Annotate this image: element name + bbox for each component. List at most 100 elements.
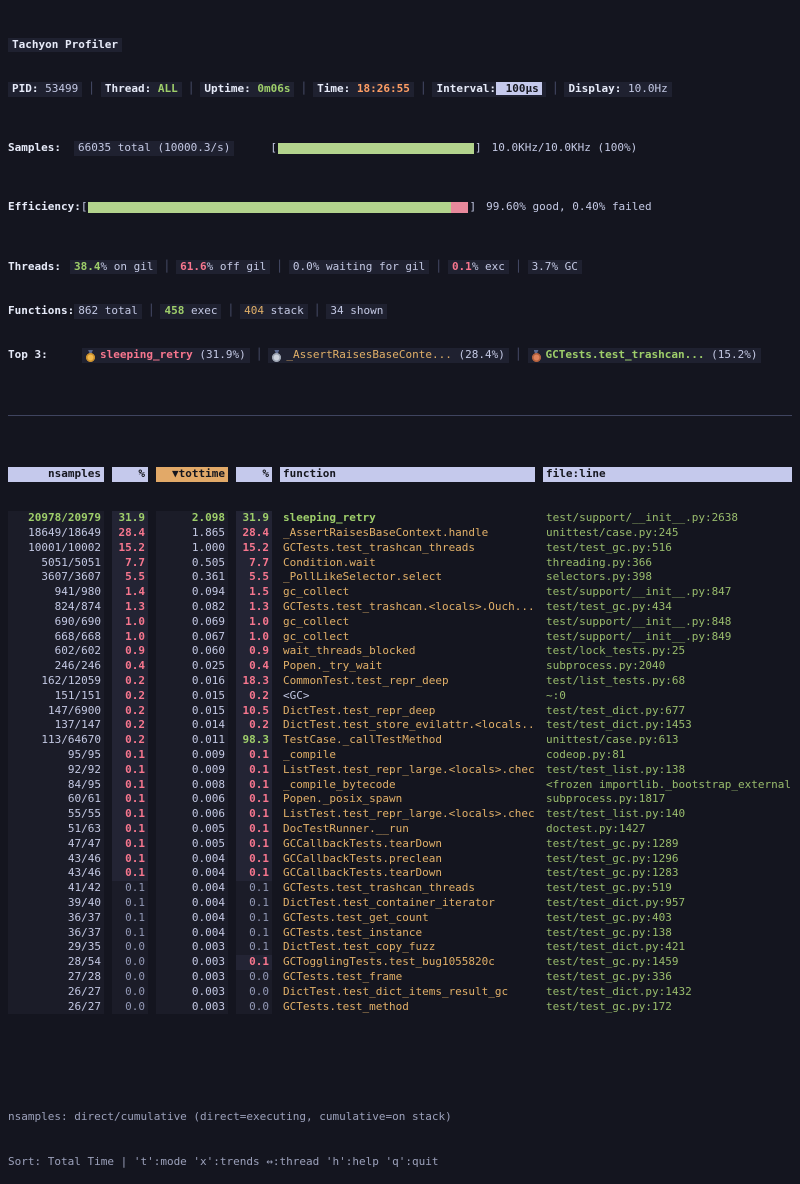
top3-percentage: (15.2%) (704, 348, 757, 363)
table-row[interactable]: 602/6020.90.0600.9wait_threads_blockedte… (8, 644, 792, 659)
top3-function-name: _AssertRaisesBaseConte... (286, 348, 452, 363)
function-cell: DocTestRunner.__run (280, 822, 535, 837)
status-stat: Thread: ALL (101, 82, 182, 97)
cumulative-pct-cell: 0.1 (236, 778, 272, 793)
function-cell: ListTest.test_repr_large.<locals>.check (280, 807, 535, 822)
file-line-cell: test/test_list.py:138 (543, 763, 792, 778)
column-header-tottime[interactable]: ▼tottime (156, 467, 228, 482)
stat-number: 404 (244, 304, 264, 317)
separator-icon: │ (509, 348, 528, 363)
table-row[interactable]: 27/280.00.0030.0GCTests.test_frametest/t… (8, 970, 792, 985)
table-row[interactable]: 824/8741.30.0821.3GCTests.test_trashcan.… (8, 600, 792, 615)
stat-unit: % waiting for gil (313, 260, 426, 273)
column-header-fileline[interactable]: file:line (543, 467, 792, 482)
function-cell: gc_collect (280, 630, 535, 645)
status-stat-value: 100µs (496, 82, 542, 95)
table-row[interactable]: 10001/1000215.21.00015.2GCTests.test_tra… (8, 541, 792, 556)
header-table-divider (8, 415, 792, 416)
cumulative-pct-cell: 0.1 (236, 852, 272, 867)
table-row[interactable]: 113/646700.20.01198.3TestCase._callTestM… (8, 733, 792, 748)
tottime-cell: 0.004 (156, 852, 228, 867)
table-row[interactable]: 55/550.10.0060.1ListTest.test_repr_large… (8, 807, 792, 822)
table-row[interactable]: 28/540.00.0030.1GCTogglingTests.test_bug… (8, 955, 792, 970)
file-line-cell: test/test_gc.py:1289 (543, 837, 792, 852)
table-row[interactable]: 137/1470.20.0140.2DictTest.test_store_ev… (8, 718, 792, 733)
efficiency-label: Efficiency: (8, 200, 81, 215)
nsamples-cell: 147/6900 (8, 704, 104, 719)
cumulative-pct-cell: 1.0 (236, 630, 272, 645)
column-header-[interactable]: % (112, 467, 148, 482)
table-row[interactable]: 95/950.10.0090.1_compilecodeop.py:81 (8, 748, 792, 763)
status-stat-value: 10.0Hz (621, 82, 667, 95)
separator-icon: │ (414, 82, 433, 97)
table-row[interactable]: 84/950.10.0080.1_compile_bytecode<frozen… (8, 778, 792, 793)
table-row[interactable]: 26/270.00.0030.0DictTest.test_dict_items… (8, 985, 792, 1000)
table-row[interactable]: 43/460.10.0040.1GCCallbackTests.tearDown… (8, 866, 792, 881)
tottime-cell: 0.006 (156, 792, 228, 807)
stat-chunk: 0.1% exc (448, 260, 509, 275)
cumulative-pct-cell: 15.2 (236, 541, 272, 556)
table-row[interactable]: 51/630.10.0050.1DocTestRunner.__rundocte… (8, 822, 792, 837)
cumulative-pct-cell: 0.1 (236, 866, 272, 881)
app-title: Tachyon Profiler (8, 38, 122, 53)
table-row[interactable]: 941/9801.40.0941.5gc_collecttest/support… (8, 585, 792, 600)
table-row[interactable]: 60/610.10.0060.1Popen._posix_spawnsubpro… (8, 792, 792, 807)
nsamples-cell: 47/47 (8, 837, 104, 852)
function-cell: Popen._posix_spawn (280, 792, 535, 807)
stat-chunk: 34 shown (326, 304, 387, 319)
table-row[interactable]: 36/370.10.0040.1GCTests.test_instancetes… (8, 926, 792, 941)
table-row[interactable]: 668/6681.00.0671.0gc_collecttest/support… (8, 630, 792, 645)
separator-icon: │ (250, 348, 269, 363)
column-header-function[interactable]: function (280, 467, 535, 482)
function-cell: DictTest.test_repr_deep (280, 704, 535, 719)
table-row[interactable]: 47/470.10.0050.1GCCallbackTests.tearDown… (8, 837, 792, 852)
table-row[interactable]: 36/370.10.0040.1GCTests.test_get_countte… (8, 911, 792, 926)
separator-icon: │ (509, 260, 528, 275)
efficiency-line: Efficiency:[] 99.60% good, 0.40% failed (8, 200, 800, 215)
status-stat: Display: 10.0Hz (564, 82, 671, 97)
file-line-cell: test/support/__init__.py:849 (543, 630, 792, 645)
table-row[interactable]: 39/400.10.0040.1DictTest.test_container_… (8, 896, 792, 911)
top3-item: sleeping_retry (31.9%) (82, 348, 250, 363)
cumulative-pct-cell: 98.3 (236, 733, 272, 748)
top3-item: GCTests.test_trashcan... (15.2%) (528, 348, 762, 363)
status-stat-label: Interval: (436, 82, 496, 95)
table-row[interactable]: 41/420.10.0040.1GCTests.test_trashcan_th… (8, 881, 792, 896)
file-line-cell: doctest.py:1427 (543, 822, 792, 837)
nsamples-cell: 668/668 (8, 630, 104, 645)
file-line-cell: test/test_dict.py:957 (543, 896, 792, 911)
function-cell: Popen._try_wait (280, 659, 535, 674)
stat-number: 34 (330, 304, 343, 317)
table-row[interactable]: 246/2460.40.0250.4Popen._try_waitsubproc… (8, 659, 792, 674)
direct-pct-cell: 0.1 (112, 926, 148, 941)
stat-unit: % on gil (101, 260, 154, 273)
function-cell: GCTests.test_method (280, 1000, 535, 1015)
stat-number: 0.0 (293, 260, 313, 273)
file-line-cell: test/support/__init__.py:847 (543, 585, 792, 600)
file-line-cell: test/test_dict.py:1453 (543, 718, 792, 733)
table-row[interactable]: 29/350.00.0030.1DictTest.test_copy_fuzzt… (8, 940, 792, 955)
table-row[interactable]: 43/460.10.0040.1GCCallbackTests.preclean… (8, 852, 792, 867)
separator-icon: │ (429, 260, 448, 275)
status-stat-label: Thread: (105, 82, 151, 95)
table-row[interactable]: 162/120590.20.01618.3CommonTest.test_rep… (8, 674, 792, 689)
table-row[interactable]: 26/270.00.0030.0GCTests.test_methodtest/… (8, 1000, 792, 1015)
column-header-[interactable]: % (236, 467, 272, 482)
stat-unit: stack (264, 304, 304, 317)
tottime-cell: 0.004 (156, 881, 228, 896)
table-row[interactable]: 3607/36075.50.3615.5_PollLikeSelector.se… (8, 570, 792, 585)
status-stat-label: Time: (317, 82, 350, 95)
table-row[interactable]: 92/920.10.0090.1ListTest.test_repr_large… (8, 763, 792, 778)
tottime-cell: 0.011 (156, 733, 228, 748)
table-row[interactable]: 20978/2097931.92.09831.9sleeping_retryte… (8, 511, 792, 526)
column-header-nsamples[interactable]: nsamples (8, 467, 104, 482)
table-row[interactable]: 151/1510.20.0150.2<GC>~:0 (8, 689, 792, 704)
function-cell: GCTests.test_instance (280, 926, 535, 941)
status-stat: Time: 18:26:55 (313, 82, 414, 97)
table-row[interactable]: 690/6901.00.0691.0gc_collecttest/support… (8, 615, 792, 630)
table-row[interactable]: 18649/1864928.41.86528.4_AssertRaisesBas… (8, 526, 792, 541)
stat-unit: % off gil (207, 260, 267, 273)
file-line-cell: test/test_dict.py:1432 (543, 985, 792, 1000)
table-row[interactable]: 147/69000.20.01510.5DictTest.test_repr_d… (8, 704, 792, 719)
table-row[interactable]: 5051/50517.70.5057.7Condition.waitthread… (8, 556, 792, 571)
